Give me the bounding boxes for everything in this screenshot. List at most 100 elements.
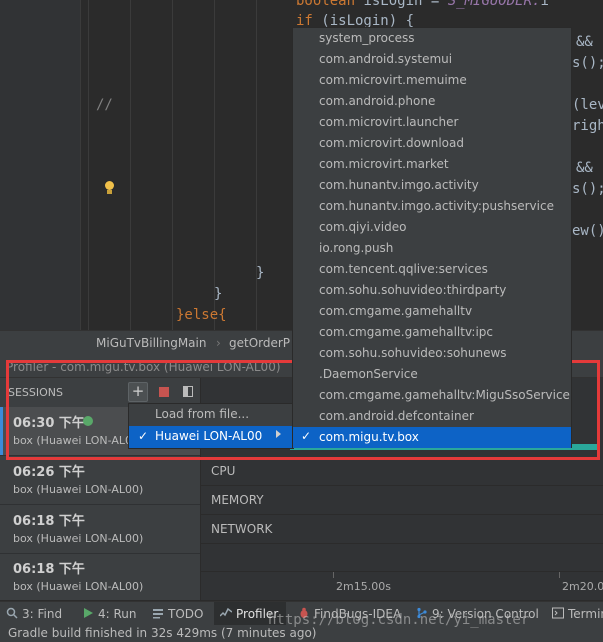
menu-item-process[interactable]: com.microvirt.launcher	[293, 112, 571, 133]
checkmark-icon: ✓	[138, 429, 149, 443]
submenu-arrow-icon	[276, 430, 281, 438]
code-line-1566: &&	[576, 34, 593, 50]
stop-icon	[159, 387, 169, 397]
session-time: 06:18 下午	[13, 562, 85, 577]
breadcrumb-method[interactable]: getOrderP	[229, 336, 290, 350]
tab-run[interactable]: 4: Run	[76, 602, 142, 626]
profiler-icon	[220, 607, 232, 617]
menu-item-process[interactable]: com.sohu.sohuvideo:sohunews	[293, 343, 571, 364]
menu-item-load-from-file[interactable]: Load from file...	[129, 404, 293, 426]
live-status-dot-icon	[83, 416, 93, 426]
menu-item-process[interactable]: com.android.systemui	[293, 49, 571, 70]
collapse-panel-button[interactable]	[178, 382, 198, 402]
menu-item-label: com.microvirt.market	[319, 157, 449, 171]
tab-label: TODO	[168, 607, 204, 621]
time-axis: 2m15.00s 2m20.00	[201, 571, 603, 601]
plus-icon: +	[131, 382, 145, 400]
axis-tick	[333, 572, 334, 578]
menu-item-process[interactable]: com.hunantv.imgo.activity:pushservice	[293, 196, 571, 217]
breadcrumb-separator: ›	[216, 336, 221, 350]
terminal-icon	[552, 607, 564, 619]
profiler-title: Profiler - com.migu.tv.box (Huawei LON-A…	[6, 360, 281, 374]
menu-item-label: io.rong.push	[319, 241, 394, 255]
menu-item-label: com.microvirt.download	[319, 136, 464, 150]
status-message: Gradle build finished in 32s 429ms (7 mi…	[8, 626, 317, 640]
menu-item-label: com.sohu.sohuvideo:sohunews	[319, 346, 507, 360]
panel-layout-icon	[183, 386, 193, 397]
menu-item-device[interactable]: ✓ Huawei LON-AL00	[129, 426, 293, 448]
code-line-1567: s();	[572, 55, 603, 71]
session-time: 06:26 下午	[13, 465, 85, 480]
tab-todo[interactable]: TODO	[146, 602, 208, 626]
process-submenu: system_process com.android.systemui com.mi…	[292, 27, 572, 448]
menu-item-label: com.cmgame.gamehalltv:MiguSsoService	[319, 388, 570, 402]
run-icon	[84, 608, 93, 618]
code-line-1577: }	[256, 265, 265, 281]
code-line-1573: s();	[572, 181, 603, 197]
menu-item-process[interactable]: com.cmgame.gamehalltv	[293, 301, 571, 322]
session-item[interactable]: 06:18 下午 box (Huawei LON-AL00)	[0, 553, 200, 602]
tab-label: Termin	[568, 607, 603, 621]
watermark: https://blog.csdn.net/yi_master	[268, 612, 530, 628]
code-line-1569: (lev	[572, 97, 603, 113]
axis-tick-label: 2m15.00s	[336, 580, 391, 593]
network-monitor-row[interactable]: NETWORK	[201, 515, 603, 544]
menu-item-label: com.migu.tv.box	[319, 430, 419, 444]
menu-item-process[interactable]: system_process	[293, 28, 571, 49]
menu-item-process[interactable]: com.android.defcontainer	[293, 406, 571, 427]
session-dropdown-menu: Load from file... ✓ Huawei LON-AL00	[128, 403, 294, 449]
tab-terminal[interactable]: Termin	[546, 602, 603, 626]
selection-accent	[0, 407, 3, 455]
menu-item-label: com.qiyi.video	[319, 220, 407, 234]
code-line-1579: }else{	[176, 307, 227, 323]
cpu-monitor-row[interactable]: CPU	[201, 457, 603, 486]
menu-item-process[interactable]: com.microvirt.memuime	[293, 70, 571, 91]
menu-item-label: com.sohu.sohuvideo:thirdparty	[319, 283, 507, 297]
menu-item-process[interactable]: com.qiyi.video	[293, 217, 571, 238]
breadcrumb-class[interactable]: MiGuTvBillingMain	[96, 336, 206, 350]
add-session-button[interactable]: +	[128, 382, 148, 402]
session-item[interactable]: 06:18 下午 box (Huawei LON-AL00)	[0, 505, 200, 554]
menu-item-process[interactable]: com.sohu.sohuvideo:thirdparty	[293, 280, 571, 301]
sessions-header: SESSIONS +	[0, 378, 200, 406]
menu-item-process[interactable]: com.cmgame.gamehalltv:ipc	[293, 322, 571, 343]
menu-item-process[interactable]: ✓ com.migu.tv.box	[293, 427, 571, 448]
code-line-1570: righ	[572, 118, 603, 134]
tab-label: 3: Find	[22, 607, 63, 621]
todo-icon	[153, 609, 163, 619]
menu-item-process[interactable]: com.microvirt.market	[293, 154, 571, 175]
menu-item-label: com.android.defcontainer	[319, 409, 474, 423]
menu-item-process[interactable]: com.hunantv.imgo.activity	[293, 175, 571, 196]
menu-item-process[interactable]: com.tencent.qqlive:services	[293, 259, 571, 280]
cpu-label: CPU	[211, 464, 236, 478]
axis-tick-label: 2m20.00	[562, 580, 603, 593]
session-device: box (Huawei LON-AL00)	[13, 434, 144, 447]
menu-item-process[interactable]: com.cmgame.gamehalltv:MiguSsoService	[293, 385, 571, 406]
network-label: NETWORK	[211, 522, 273, 536]
axis-tick	[559, 572, 560, 578]
session-device: box (Huawei LON-AL00)	[13, 580, 144, 593]
menu-item-process[interactable]: io.rong.push	[293, 238, 571, 259]
menu-item-label: com.microvirt.memuime	[319, 73, 467, 87]
sessions-label: SESSIONS	[8, 386, 64, 399]
tab-label: 4: Run	[98, 607, 137, 621]
search-icon	[6, 607, 18, 619]
memory-monitor-row[interactable]: MEMORY	[201, 486, 603, 515]
code-line-1572: &&	[576, 160, 593, 176]
tab-find[interactable]: 3: Find	[0, 602, 70, 626]
menu-item-label: com.hunantv.imgo.activity:pushservice	[319, 199, 554, 213]
menu-item-process[interactable]: com.microvirt.download	[293, 133, 571, 154]
code-line-1575: ew()	[572, 223, 603, 239]
menu-item-label: com.tencent.qqlive:services	[319, 262, 488, 276]
line-number-gutter	[0, 0, 80, 330]
lightbulb-icon[interactable]	[103, 181, 115, 195]
menu-item-label: .DaemonService	[319, 367, 418, 381]
menu-item-label: com.cmgame.gamehalltv:ipc	[319, 325, 493, 339]
menu-item-process[interactable]: .DaemonService	[293, 364, 571, 385]
stop-session-button[interactable]	[154, 382, 174, 402]
menu-item-process[interactable]: com.android.phone	[293, 91, 571, 112]
checkmark-icon: ✓	[301, 429, 312, 443]
session-time: 06:30 下午	[13, 416, 85, 431]
session-item[interactable]: 06:26 下午 box (Huawei LON-AL00)	[0, 456, 200, 505]
menu-item-label: com.cmgame.gamehalltv	[319, 304, 473, 318]
